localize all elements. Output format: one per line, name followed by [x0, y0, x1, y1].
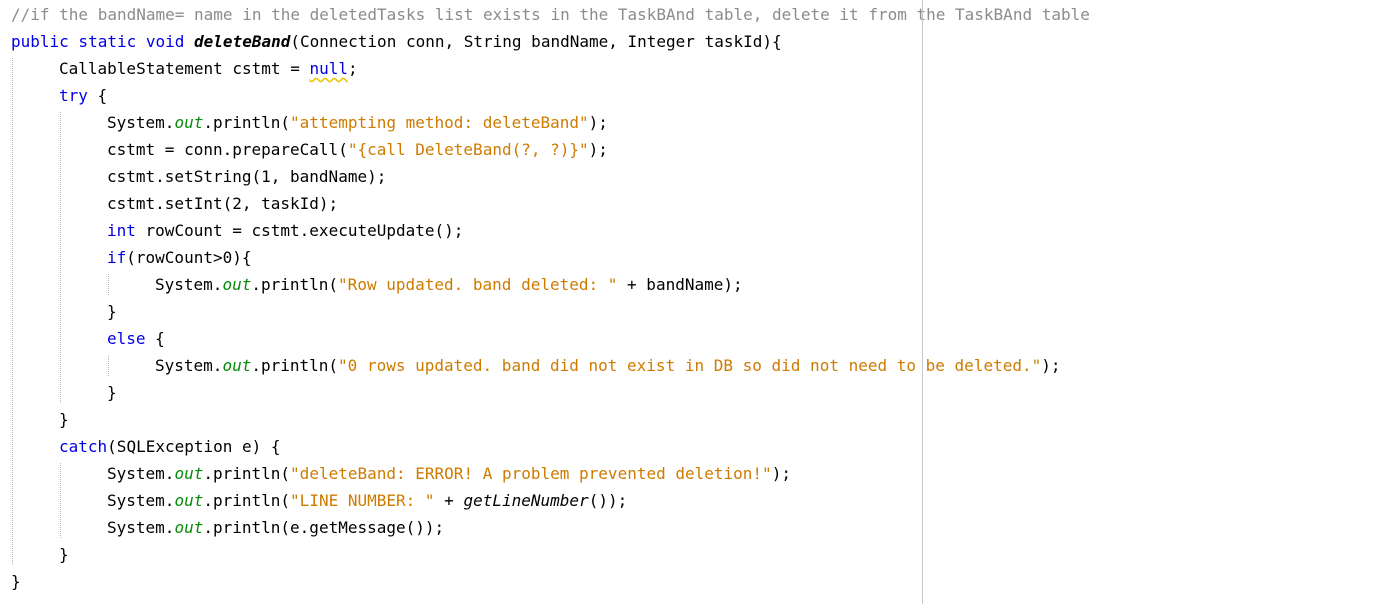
code-line[interactable]: catch(SQLException e) {	[59, 433, 281, 460]
code-line[interactable]: try {	[59, 82, 107, 109]
code-token: .println(	[251, 356, 339, 375]
code-line[interactable]: else {	[107, 325, 165, 352]
code-token: "LINE NUMBER: "	[290, 491, 435, 510]
code-token: out	[174, 464, 204, 483]
code-token: rowCount = cstmt.executeUpdate();	[135, 221, 464, 240]
code-token: deleteBand	[194, 32, 291, 51]
code-token: (Connection conn, String bandName, Integ…	[290, 32, 782, 51]
code-token: catch	[59, 437, 108, 456]
code-line[interactable]: cstmt.setInt(2, taskId);	[107, 190, 338, 217]
code-token: {	[87, 86, 108, 105]
code-editor[interactable]: //if the bandName= name in the deletedTa…	[0, 0, 1377, 604]
code-line[interactable]: cstmt.setString(1, bandName);	[107, 163, 386, 190]
code-token: //if the bandName= name in the deletedTa…	[11, 5, 1090, 24]
code-token: System.	[107, 464, 175, 483]
code-token: try	[59, 86, 88, 105]
code-token: System.	[107, 113, 175, 132]
code-token: System.	[155, 275, 223, 294]
code-line[interactable]: }	[59, 406, 69, 433]
right-margin-line	[922, 0, 923, 604]
code-token: ());	[588, 491, 628, 510]
code-token: if	[107, 248, 127, 267]
code-line[interactable]: }	[59, 541, 69, 568]
code-token: }	[107, 302, 117, 321]
code-token: int	[107, 221, 136, 240]
code-token: {	[145, 329, 165, 348]
code-token: (rowCount>0){	[126, 248, 252, 267]
code-token: }	[11, 572, 21, 591]
code-line[interactable]: cstmt = conn.prepareCall("{call DeleteBa…	[107, 136, 608, 163]
code-token: cstmt.setString(1, bandName);	[107, 167, 387, 186]
code-line[interactable]: }	[107, 379, 117, 406]
code-token: out	[222, 356, 252, 375]
code-token: null	[309, 59, 348, 78]
code-token: out	[222, 275, 252, 294]
code-token: out	[174, 113, 204, 132]
code-line[interactable]: System.out.println("deleteBand: ERROR! A…	[107, 460, 791, 487]
indent-guide	[12, 58, 13, 565]
code-token: "0 rows updated. band did not exist in D…	[338, 356, 1042, 375]
code-token: }	[59, 410, 69, 429]
code-line[interactable]: if(rowCount>0){	[107, 244, 252, 271]
code-line[interactable]: System.out.println("attempting method: d…	[107, 109, 608, 136]
code-token: "attempting method: deleteBand"	[290, 113, 589, 132]
code-token: "deleteBand: ERROR! A problem prevented …	[290, 464, 772, 483]
code-line[interactable]: CallableStatement cstmt = null;	[59, 55, 358, 82]
code-line[interactable]: System.out.println("0 rows updated. band…	[155, 352, 1061, 379]
code-line[interactable]: System.out.println(e.getMessage());	[107, 514, 444, 541]
indent-guide	[108, 355, 109, 376]
code-token: (SQLException e) {	[107, 437, 281, 456]
code-token: "Row updated. band deleted: "	[338, 275, 618, 294]
code-token: );	[588, 113, 608, 132]
code-token: );	[1041, 356, 1061, 375]
code-line[interactable]: }	[107, 298, 117, 325]
code-line[interactable]: //if the bandName= name in the deletedTa…	[11, 1, 1090, 28]
code-token: );	[588, 140, 608, 159]
code-token: CallableStatement cstmt =	[59, 59, 310, 78]
code-token: + bandName);	[617, 275, 743, 294]
code-token: cstmt.setInt(2, taskId);	[107, 194, 339, 213]
indent-guide	[60, 463, 61, 538]
code-token: out	[174, 491, 204, 510]
code-token: "{call DeleteBand(?, ?)}"	[347, 140, 589, 159]
code-line[interactable]: }	[11, 568, 21, 595]
indent-guide	[60, 112, 61, 403]
code-token: cstmt = conn.prepareCall(	[107, 140, 348, 159]
code-token: out	[174, 518, 204, 537]
code-token: System.	[107, 518, 175, 537]
indent-guide	[108, 274, 109, 295]
code-token: getLineNumber	[463, 491, 589, 510]
code-line[interactable]: System.out.println("LINE NUMBER: " + get…	[107, 487, 627, 514]
code-line[interactable]: System.out.println("Row updated. band de…	[155, 271, 743, 298]
code-token: }	[59, 545, 69, 564]
code-token: .println(	[203, 491, 291, 510]
code-token: else	[107, 329, 146, 348]
code-token: ;	[347, 59, 358, 78]
code-token: public static void	[11, 32, 195, 51]
code-token: );	[771, 464, 791, 483]
code-token: System.	[107, 491, 175, 510]
code-token: System.	[155, 356, 223, 375]
code-token: .println(	[251, 275, 339, 294]
code-token: .println(e.getMessage());	[203, 518, 445, 537]
code-token: .println(	[203, 464, 291, 483]
code-line[interactable]: public static void deleteBand(Connection…	[11, 28, 782, 55]
code-token: }	[107, 383, 117, 402]
code-token: .println(	[203, 113, 291, 132]
code-token: +	[434, 491, 464, 510]
code-line[interactable]: int rowCount = cstmt.executeUpdate();	[107, 217, 463, 244]
